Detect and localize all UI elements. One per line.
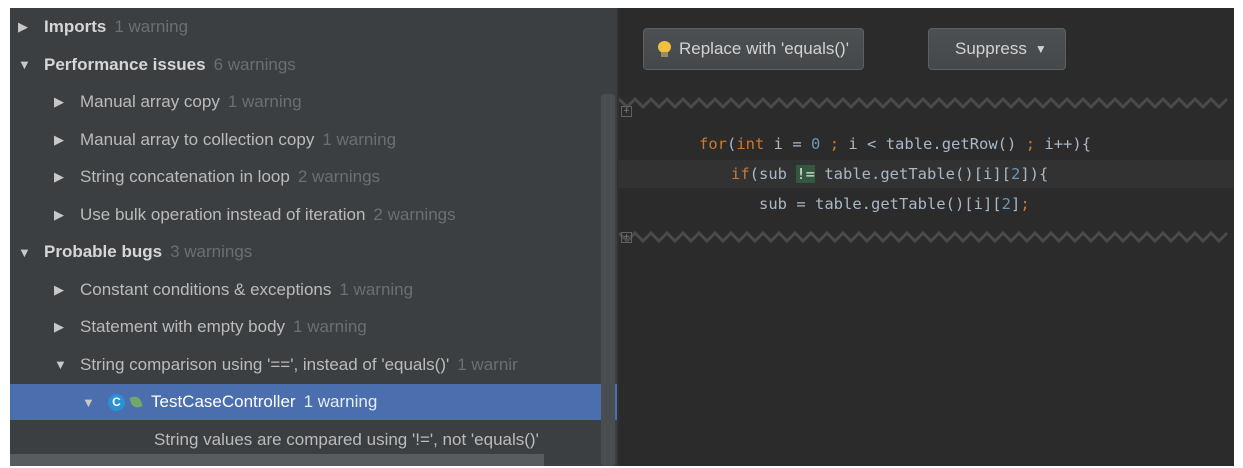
tree-row-label: Manual array copy <box>80 92 220 111</box>
tree-row-label: Imports <box>44 17 107 36</box>
tree-row-label: Constant conditions & exceptions <box>80 279 332 299</box>
tree-row-label: Statement with empty body <box>80 317 286 336</box>
tree-row-label: Performance issues <box>44 54 206 74</box>
tree-row-cat[interactable]: ▼ Performance issues 6 warnings <box>10 47 617 83</box>
inspection-window: ▶ Imports 1 warning ▼ Performance issues 6 wa… <box>10 8 1234 466</box>
lightbulb-icon <box>658 41 671 57</box>
warning-count: 6 warnings <box>213 54 296 74</box>
code-line-3: sub = table.getTable()[i][2]; <box>759 195 1030 213</box>
tree-row-sub[interactable]: ▶ Statement with empty body 1 warning <box>10 309 617 345</box>
tree-row-cat[interactable]: ▶ Imports 1 warning <box>10 9 617 45</box>
warning-count: 1 warning <box>114 17 189 36</box>
folded-code-top-edge <box>619 96 1229 110</box>
fold-expand-icon[interactable]: + <box>621 106 632 117</box>
expand-arrow-icon[interactable]: ▶ <box>54 169 80 185</box>
class-icon: C <box>108 393 125 411</box>
code-line-2: if(sub != table.getTable()[i][2]){ <box>619 160 1234 188</box>
expand-arrow-icon[interactable]: ▶ <box>54 94 80 110</box>
tree-row-label: Manual array to collection copy <box>80 129 315 149</box>
expand-arrow-icon[interactable]: ▶ <box>54 319 80 335</box>
collapse-arrow-icon[interactable]: ▼ <box>54 357 80 372</box>
warning-count: 3 warnings <box>170 242 253 261</box>
warning-count: 1 warning <box>293 317 367 336</box>
warning-count: 1 warning <box>322 129 397 149</box>
replace-button-label: Replace with 'equals()' <box>679 39 849 58</box>
fold-expand-icon[interactable]: + <box>621 232 632 243</box>
code-line-1: for(int i = 0 ; i < table.getRow() ; i++… <box>699 135 1092 153</box>
collapse-arrow-icon[interactable]: ▼ <box>18 57 44 72</box>
expand-arrow-icon[interactable]: ▶ <box>54 282 80 298</box>
tree-row-label: String comparison using '==', instead of… <box>80 354 450 374</box>
warning-count: 1 warning <box>227 92 302 111</box>
tree-row-label: String values are compared using '!=', n… <box>154 429 539 449</box>
package-private-icon <box>129 394 143 410</box>
horizontal-scrollbar[interactable] <box>10 454 544 466</box>
tree-row-cat[interactable]: ▼ Probable bugs 3 warnings <box>10 234 617 270</box>
tree-row-sub[interactable]: ▶ Manual array copy 1 warning <box>10 84 617 120</box>
expand-arrow-icon[interactable]: ▶ <box>54 207 80 223</box>
highlighted-operator: != <box>796 165 816 183</box>
tree-row-sub[interactable]: ▶ Use bulk operation instead of iteration… <box>10 197 617 233</box>
dropdown-arrow-icon: ▼ <box>1034 42 1047 56</box>
folded-code-bottom-edge <box>619 230 1229 244</box>
warning-count: 2 warnings <box>373 204 456 224</box>
warning-count: 1 warning <box>339 279 414 299</box>
warning-count: 1 warning <box>303 392 378 411</box>
tree-row-sub[interactable]: ▶ Constant conditions & exceptions 1 warni… <box>10 272 617 308</box>
inspection-tree: ▶ Imports 1 warning ▼ Performance issues 6 wa… <box>10 8 617 466</box>
warning-count: 2 warnings <box>297 167 381 186</box>
tree-row-sub[interactable]: ▼ String comparison using '==', instead o… <box>10 347 617 383</box>
quick-fix-toolbar: Replace with 'equals()' Suppress ▼ <box>619 8 1234 96</box>
suppress-button[interactable]: Suppress ▼ <box>928 28 1066 70</box>
vertical-scrollbar[interactable] <box>601 94 615 466</box>
replace-with-equals-button[interactable]: Replace with 'equals()' <box>643 28 864 70</box>
tree-row-sub[interactable]: ▶ Manual array to collection copy 1 warnin… <box>10 122 617 158</box>
expand-arrow-icon[interactable]: ▶ <box>54 132 80 148</box>
collapse-arrow-icon[interactable]: ▼ <box>82 395 108 410</box>
tree-row-problem[interactable]: String values are compared using '!=', n… <box>10 422 617 458</box>
tree-row-label: TestCaseController <box>151 392 296 411</box>
tree-row-class[interactable]: ▼ C TestCaseController 1 warning <box>10 384 617 420</box>
tree-row-label: String concatenation in loop <box>80 167 290 186</box>
warning-count: 1 warnir <box>457 354 518 374</box>
collapse-arrow-icon[interactable]: ▼ <box>18 245 44 260</box>
tree-row-label: Use bulk operation instead of iteration <box>80 204 366 224</box>
tree-row-label: Probable bugs <box>44 242 163 261</box>
problem-preview-panel: Replace with 'equals()' Suppress ▼ + for… <box>619 8 1234 466</box>
suppress-button-label: Suppress <box>955 39 1027 58</box>
expand-arrow-icon[interactable]: ▶ <box>18 19 44 35</box>
tree-row-sub[interactable]: ▶ String concatenation in loop 2 warnings <box>10 159 617 195</box>
